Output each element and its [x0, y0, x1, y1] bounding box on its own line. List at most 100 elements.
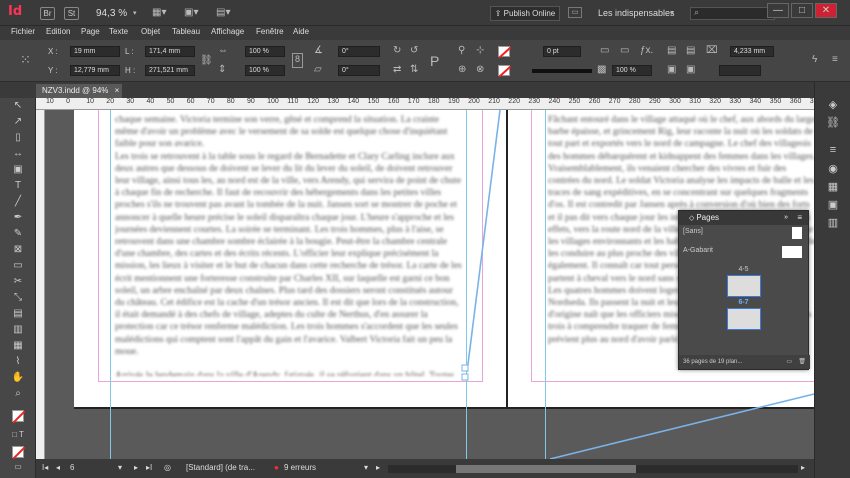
eyedropper-tool-icon[interactable]: ⌇ — [10, 356, 26, 370]
bridge-button[interactable]: Br — [40, 7, 55, 20]
preflight-menu-icon[interactable]: ▸ — [376, 463, 380, 472]
pen-tool-icon[interactable]: ✒ — [10, 212, 26, 226]
preflight-errors[interactable]: 9 erreurs — [284, 463, 316, 472]
stroke-type-selector[interactable] — [532, 69, 592, 73]
gradient-feather-tool-icon[interactable]: ▥ — [10, 324, 26, 338]
close-tab-icon[interactable]: × — [115, 86, 120, 95]
preflight-profile[interactable]: [Standard] (de tra... — [186, 463, 255, 472]
select-content-icon[interactable]: ⊹ — [476, 45, 484, 56]
menu-aide[interactable]: Aide — [293, 27, 309, 36]
reference-point-icon[interactable]: ⁙ — [20, 52, 31, 68]
pages-menu-icon[interactable]: ≡ — [797, 211, 802, 225]
rectangle-tool-icon[interactable]: ▭ — [10, 260, 26, 274]
first-page-icon[interactable]: I◂ — [42, 463, 48, 472]
stroke-panel-icon[interactable]: ≡ — [825, 144, 841, 160]
scissors-tool-icon[interactable]: ✂ — [10, 276, 26, 290]
hand-tool-icon[interactable]: ✋ — [10, 372, 26, 386]
workspace-switcher[interactable]: Les indispensables — [598, 8, 675, 18]
quick-apply-icon[interactable]: ϟ — [812, 54, 817, 65]
effects-icon[interactable]: ▭ — [620, 45, 629, 56]
free-transform-tool-icon[interactable]: ⤡ — [10, 292, 26, 306]
screen-mode-icon[interactable]: ▣▾ — [184, 7, 206, 19]
note-tool-icon[interactable]: ▦ — [10, 340, 26, 354]
zoom-level[interactable]: 94,3 % — [96, 8, 127, 19]
maximize-button[interactable]: □ — [791, 3, 813, 18]
parent-a-row[interactable]: A-Gabarit — [679, 244, 808, 258]
content-collector-icon[interactable]: ▣ — [10, 164, 26, 178]
next-page-icon[interactable]: ▸ — [134, 463, 138, 472]
page-number-field[interactable]: 6 — [70, 463, 74, 472]
scroll-right-icon[interactable]: ▸ — [801, 463, 805, 472]
line-tool-icon[interactable]: ╱ — [10, 196, 26, 210]
delete-page-icon[interactable]: 🗑 — [798, 355, 806, 369]
preflight-dropdown-icon[interactable]: ▾ — [364, 463, 368, 472]
fill-stroke-swatch[interactable] — [12, 410, 25, 423]
publish-online-button[interactable]: ⇪ Publish Online — [490, 6, 560, 21]
select-container-icon[interactable]: ⚲ — [458, 45, 465, 56]
auto-fit-icon[interactable]: ▣ — [667, 64, 676, 75]
close-button[interactable]: ✕ — [815, 3, 837, 18]
parent-none-row[interactable]: [Sans] — [679, 225, 808, 239]
width-field[interactable]: 171,4 mm — [145, 46, 195, 57]
arrange-documents-icon[interactable]: ▤▾ — [216, 7, 238, 19]
menu-affichage[interactable]: Affichage — [211, 27, 244, 36]
last-page-icon[interactable]: ▸I — [146, 463, 152, 472]
rotate-cw-icon[interactable]: ↻ — [393, 45, 401, 56]
menu-page[interactable]: Page — [81, 27, 100, 36]
cc-libraries-panel-icon[interactable]: ▣ — [825, 198, 841, 214]
document-tab[interactable]: NZV3.indd @ 94% × — [36, 84, 122, 98]
rotate-ccw-icon[interactable]: ↺ — [410, 45, 418, 56]
select-previous-icon[interactable]: ⊕ — [458, 64, 466, 75]
search-input[interactable]: ⌕ — [690, 7, 775, 20]
horizontal-scrollbar-thumb[interactable] — [456, 465, 636, 473]
stock-button[interactable]: St — [64, 7, 79, 20]
fill-swatch[interactable] — [498, 46, 511, 58]
object-style-selector[interactable] — [719, 65, 761, 76]
menu-edition[interactable]: Edition — [46, 27, 70, 36]
x-field[interactable]: 19 mm — [70, 46, 120, 57]
zoom-dropdown-icon[interactable]: ▾ — [133, 9, 137, 17]
gap-tool-icon[interactable]: ↔ — [10, 148, 26, 162]
new-page-icon[interactable]: ▭ — [786, 355, 792, 369]
opacity-field[interactable]: 100 % — [612, 65, 652, 76]
flip-h-icon[interactable]: ⇄ — [393, 64, 401, 75]
color-panel-icon[interactable]: ◉ — [825, 162, 841, 178]
y-field[interactable]: 12,779 mm — [70, 65, 120, 76]
layers-icon[interactable]: ◈ — [825, 98, 841, 114]
pages-panel-header[interactable]: ◇ Pages» ≡ — [679, 211, 808, 225]
gradient-tool-icon[interactable]: ▤ — [10, 308, 26, 322]
minimize-button[interactable]: — — [767, 3, 789, 18]
drop-shadow-icon[interactable]: ▭ — [600, 45, 609, 56]
open-page-icon[interactable]: ◎ — [164, 463, 171, 472]
spread-4-5-thumbnail[interactable] — [726, 275, 761, 297]
formatting-affects-icon[interactable]: □ T — [10, 430, 26, 444]
wrap-bounding-icon[interactable]: ▤ — [686, 45, 695, 56]
scale-x-field[interactable]: 100 % — [245, 46, 285, 57]
menu-objet[interactable]: Objet — [141, 27, 160, 36]
fit-content-icon[interactable]: ▣ — [686, 64, 695, 75]
wrap-none-icon[interactable]: ▤ — [667, 45, 676, 56]
page-tool-icon[interactable]: ▯ — [10, 132, 26, 146]
cc-libraries-icon[interactable]: ▭ — [568, 7, 582, 18]
menu-texte[interactable]: Texte — [109, 27, 128, 36]
direct-selection-tool-icon[interactable]: ↗ — [10, 116, 26, 130]
menu-fenetre[interactable]: Fenêtre — [256, 27, 284, 36]
select-next-icon[interactable]: ⊗ — [476, 64, 484, 75]
screen-mode-icon[interactable]: ▭ — [10, 462, 26, 476]
angle-field[interactable]: 0° — [338, 46, 380, 57]
pencil-tool-icon[interactable]: ✎ — [10, 228, 26, 242]
workspace-dropdown-icon[interactable]: ▾ — [670, 9, 674, 17]
stroke-swatch[interactable] — [498, 65, 511, 77]
shear-field[interactable]: 0° — [338, 65, 380, 76]
type-tool-icon[interactable]: T — [10, 180, 26, 194]
view-options-icon[interactable]: ▦▾ — [152, 7, 174, 19]
stroke-weight-field[interactable]: 0 pt — [543, 46, 581, 57]
spread-6-7-thumbnail[interactable] — [726, 308, 761, 330]
collapse-panel-icon[interactable]: » — [784, 211, 788, 225]
links-icon[interactable]: ⛓ — [825, 116, 841, 132]
selection-tool-icon[interactable]: ↖ — [10, 100, 26, 114]
apply-none-swatch[interactable] — [12, 446, 25, 459]
menu-fichier[interactable]: Fichier — [11, 27, 35, 36]
scale-y-field[interactable]: 100 % — [245, 65, 285, 76]
frame-width-field[interactable]: 4,233 mm — [730, 46, 774, 57]
